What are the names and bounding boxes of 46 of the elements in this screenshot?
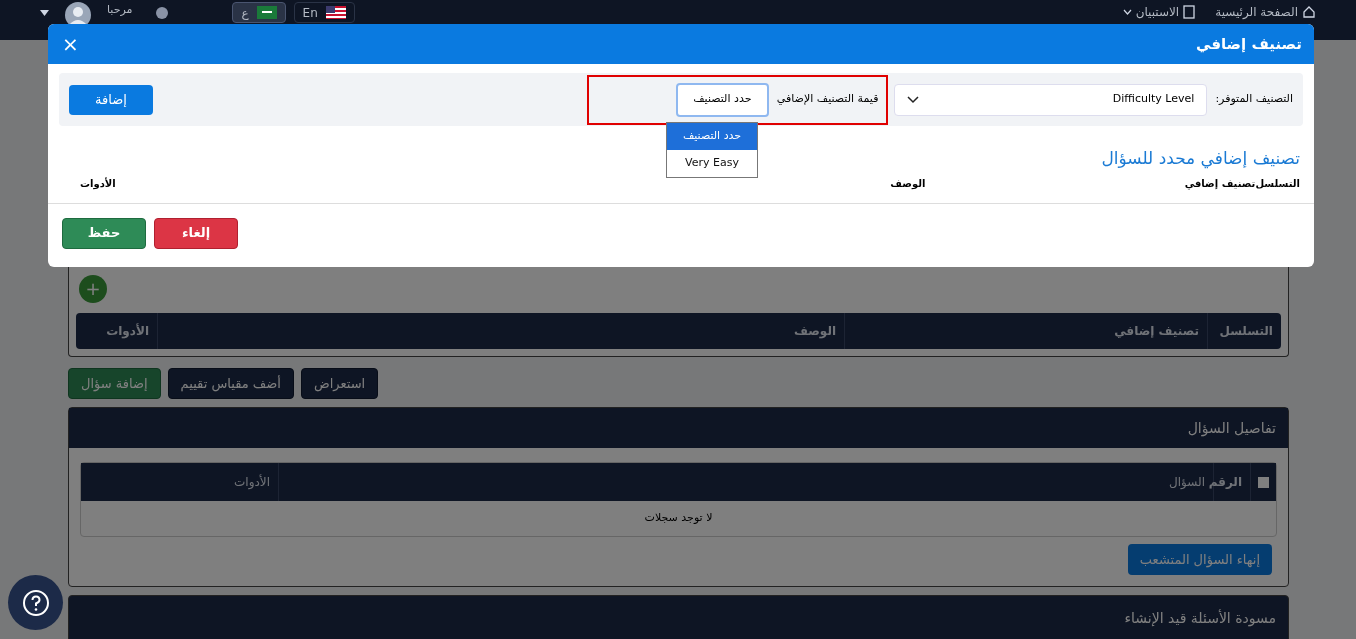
greeting-text: مرحبا [107, 2, 133, 18]
action-button[interactable]: إضافة سؤال [68, 368, 161, 399]
add-icon[interactable]: + [79, 275, 107, 303]
chevron-icon [907, 95, 920, 104]
action-button[interactable]: أضف مقياس تقييم [167, 368, 294, 399]
column-header: السؤال [1169, 474, 1205, 491]
close-button[interactable]: × [62, 34, 79, 54]
dialog-title: تصنيف إضافي [1196, 33, 1302, 55]
select-field[interactable]: حدد التصنيف [675, 82, 769, 117]
column-header: الوصف [793, 323, 836, 340]
flag-icon [256, 6, 277, 19]
nav-link[interactable]: الصفحة الرئيسية [1215, 3, 1316, 21]
action-button[interactable]: استعراض [300, 368, 379, 399]
section-title: تصنيف إضافي محدد للسؤال [1101, 148, 1300, 168]
column-header: الأدوات [106, 322, 149, 340]
dropdown-option[interactable]: Very Easy [667, 150, 757, 177]
dialog-button[interactable]: إلغاء [154, 217, 238, 249]
column-header: تصنيف إضافي [1183, 176, 1256, 191]
dropdown-option[interactable]: حدد التصنيف [667, 123, 757, 150]
caret-icon[interactable] [40, 10, 49, 16]
dialog-button[interactable]: حفظ [62, 217, 146, 249]
flag-icon [325, 6, 346, 19]
document-icon [1183, 5, 1196, 19]
panel-title: تفاصيل السؤال [1187, 418, 1276, 439]
column-header: الأدوات [234, 473, 270, 491]
language-button[interactable]: En [293, 2, 355, 23]
checkbox[interactable] [1258, 476, 1269, 488]
column-header: الأدوات [80, 176, 116, 191]
finish-button[interactable]: إنهاء السؤال المتشعب [1127, 544, 1272, 575]
column-header: الوصف [889, 176, 926, 191]
help-button[interactable] [8, 575, 63, 630]
home-icon [1302, 5, 1316, 19]
chevron-icon [1122, 9, 1132, 15]
column-header: التسلسل [1219, 323, 1273, 340]
nav-link[interactable]: الاستبيان [1122, 3, 1196, 21]
select-field[interactable]: Difficulty Level [894, 83, 1208, 116]
column-header: التسلسل [1255, 176, 1300, 191]
field-label: التصنيف المتوفر: [1215, 91, 1293, 108]
field-label: قيمة التصنيف الإضافي [776, 91, 879, 108]
help-icon [21, 588, 50, 617]
language-button[interactable]: ع [232, 2, 286, 23]
add-button[interactable]: إضافة [69, 84, 153, 115]
empty-message: لا توجد سجلات [644, 510, 713, 527]
column-header: تصنيف إضافي [1114, 323, 1199, 340]
column-header: الرقم [1208, 474, 1242, 491]
panel-title: مسودة الأسئلة قيد الإنشاء [1124, 610, 1276, 626]
